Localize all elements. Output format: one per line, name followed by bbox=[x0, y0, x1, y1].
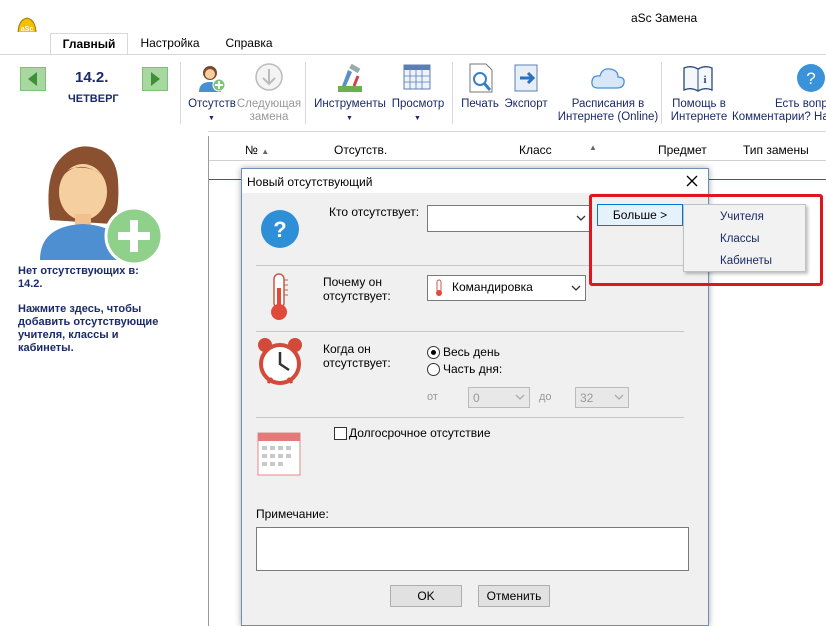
cloud-icon bbox=[591, 68, 625, 89]
reason-label: Почему он отсутствует: bbox=[323, 275, 391, 303]
chevron-down-icon bbox=[571, 285, 581, 291]
part-day-label[interactable]: Часть дня: bbox=[443, 362, 502, 376]
feedback-button[interactable]: ? Есть вопр Комментарии? На bbox=[731, 62, 826, 124]
red-highlight-box bbox=[589, 194, 823, 286]
to-period-combo[interactable]: 32 bbox=[575, 387, 629, 408]
sort-asc-icon: ▲ bbox=[589, 143, 597, 152]
full-day-label[interactable]: Весь день bbox=[443, 345, 500, 359]
column-header-subject[interactable]: Предмет bbox=[658, 143, 707, 157]
from-label: от bbox=[427, 391, 438, 403]
long-term-label[interactable]: Долгосрочное отсутствие bbox=[349, 426, 491, 440]
from-period-combo[interactable]: 0 bbox=[468, 387, 530, 408]
close-icon bbox=[686, 175, 698, 187]
column-header-absent[interactable]: Отсутств. bbox=[334, 143, 387, 157]
dropdown-arrow-icon: ▼ bbox=[208, 115, 215, 122]
ribbon-separator bbox=[305, 62, 306, 124]
print-button[interactable]: Печать bbox=[458, 62, 502, 122]
question-circle-icon: ? bbox=[797, 64, 825, 92]
note-textarea[interactable] bbox=[256, 527, 689, 571]
when-label: Когда он отсутствует: bbox=[323, 342, 391, 370]
grid-header: № ▲ Отсутств. Класс ▲ Предмет Тип замены bbox=[209, 136, 826, 161]
who-absent-label: Кто отсутствует: bbox=[329, 205, 420, 219]
tab-home[interactable]: Главный bbox=[50, 33, 128, 55]
person-add-icon bbox=[199, 66, 226, 92]
question-icon: ? bbox=[261, 210, 299, 248]
no-absent-message[interactable]: Нет отсутствующих в: 14.2. bbox=[18, 265, 139, 291]
title-bar: aSc aSc Замена bbox=[0, 0, 826, 42]
svg-text:?: ? bbox=[806, 69, 815, 88]
alarm-clock-icon bbox=[258, 338, 302, 385]
dialog-title-bar: Новый отсутствующий bbox=[242, 169, 708, 193]
online-timetables-button[interactable]: Расписания в Интернете (Online) bbox=[556, 62, 660, 124]
section-divider bbox=[256, 331, 684, 332]
svg-text:i: i bbox=[703, 74, 706, 86]
column-header-number[interactable]: № ▲ bbox=[245, 143, 269, 157]
dialog-close-button[interactable] bbox=[682, 172, 702, 190]
next-change-button[interactable]: Следующая замена bbox=[236, 62, 302, 124]
tools-icon bbox=[338, 63, 362, 92]
section-divider bbox=[256, 417, 684, 418]
to-label: до bbox=[539, 391, 552, 403]
tab-help[interactable]: Справка bbox=[218, 33, 280, 54]
dropdown-arrow-icon: ▼ bbox=[346, 115, 353, 122]
dropdown-arrow-icon: ▼ bbox=[414, 115, 421, 122]
long-term-checkbox[interactable] bbox=[334, 427, 347, 440]
tab-settings[interactable]: Настройка bbox=[134, 33, 206, 54]
current-date: 14.2. bbox=[75, 69, 109, 86]
reason-combo[interactable]: Командировка bbox=[427, 275, 586, 301]
who-absent-combo[interactable] bbox=[427, 205, 591, 232]
next-day-button[interactable] bbox=[142, 67, 168, 91]
part-day-radio[interactable] bbox=[427, 363, 440, 376]
sort-asc-icon: ▲ bbox=[261, 147, 270, 156]
thermometer-small-icon bbox=[436, 279, 442, 296]
arrow-right-icon bbox=[151, 72, 160, 86]
add-absent-hint[interactable]: Нажмите здесь, чтобы добавить отсутствую… bbox=[18, 303, 158, 355]
chevron-down-icon bbox=[576, 215, 586, 221]
chevron-down-icon bbox=[614, 394, 624, 400]
column-header-class[interactable]: Класс bbox=[519, 143, 552, 157]
timetable-grid-icon bbox=[403, 64, 431, 90]
full-day-radio[interactable] bbox=[427, 346, 440, 359]
arrow-left-icon bbox=[28, 72, 37, 86]
ok-button[interactable]: OK bbox=[390, 585, 462, 607]
absence-button[interactable]: Отсутств ▼ bbox=[186, 62, 238, 122]
current-weekday: ЧЕТВЕРГ bbox=[68, 93, 119, 105]
column-header-substitution-type[interactable]: Тип замены bbox=[743, 143, 809, 157]
app-title: aSc Замена bbox=[631, 11, 698, 25]
print-preview-icon bbox=[469, 63, 493, 93]
chevron-down-icon bbox=[515, 394, 525, 400]
help-book-icon: i bbox=[683, 66, 713, 92]
add-absent-person-icon[interactable] bbox=[36, 140, 166, 266]
svg-text:?: ? bbox=[273, 217, 286, 242]
ribbon-separator bbox=[180, 62, 181, 124]
export-button[interactable]: Экспорт bbox=[502, 62, 550, 122]
ribbon-separator bbox=[452, 62, 453, 124]
export-icon bbox=[514, 64, 538, 92]
thermometer-icon bbox=[271, 273, 288, 320]
cancel-button[interactable]: Отменить bbox=[478, 585, 550, 607]
previous-day-button[interactable] bbox=[20, 67, 46, 91]
dialog-title: Новый отсутствующий bbox=[247, 175, 373, 189]
online-help-button[interactable]: i Помощь в Интернете bbox=[668, 62, 730, 124]
note-label: Примечание: bbox=[256, 507, 329, 521]
tools-button[interactable]: Инструменты ▼ bbox=[312, 62, 388, 122]
view-button[interactable]: Просмотр ▼ bbox=[390, 62, 446, 122]
ribbon-separator bbox=[661, 62, 662, 124]
arrow-down-circle-icon bbox=[255, 63, 283, 91]
calendar-icon bbox=[257, 432, 301, 476]
